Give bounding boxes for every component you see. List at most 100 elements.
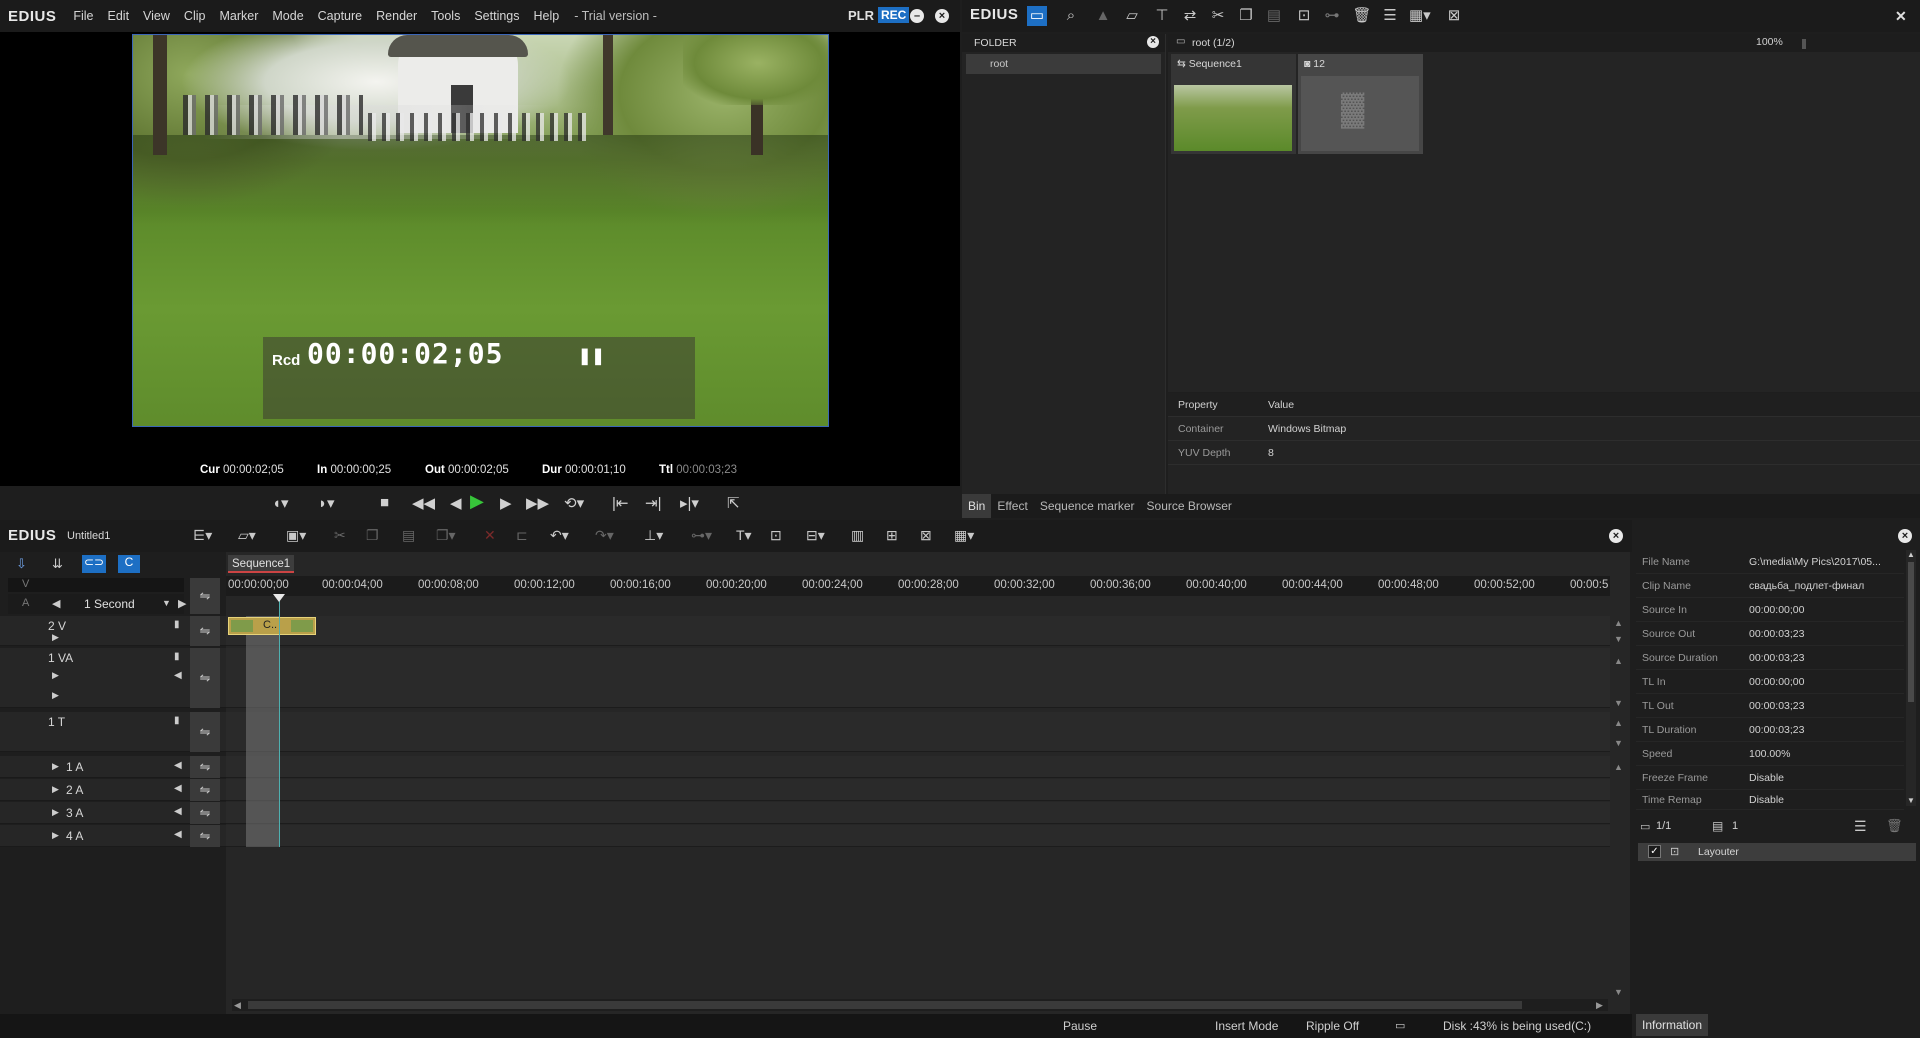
effect-checkbox[interactable]: ✓: [1648, 845, 1661, 858]
sync-icon[interactable]: ⇋: [190, 616, 220, 646]
scale-dropdown-icon[interactable]: ▼: [162, 598, 171, 608]
sync-icon[interactable]: ⇋: [190, 779, 220, 801]
stop-icon[interactable]: ■: [380, 494, 389, 511]
copy-icon-tl[interactable]: ❐: [366, 527, 379, 544]
rec-toggle[interactable]: REC: [878, 7, 910, 23]
audio-mixer-icon[interactable]: ⊞: [886, 527, 898, 544]
replace-icon[interactable]: ⇄: [1180, 6, 1200, 26]
folder-view-icon[interactable]: ▭: [1027, 6, 1047, 26]
save-project-icon[interactable]: ▣▾: [286, 527, 306, 544]
list-view-icon[interactable]: ☰: [1380, 6, 1400, 26]
snapshot-icon[interactable]: ⊡: [770, 527, 782, 544]
menu-view[interactable]: View: [143, 9, 170, 23]
undo-icon[interactable]: ↶▾: [550, 527, 569, 544]
play-icon[interactable]: ▶: [470, 491, 484, 512]
sync-icon[interactable]: ⇋: [190, 802, 220, 824]
properties-icon[interactable]: ⊶: [1322, 6, 1342, 26]
close-icon[interactable]: ×: [935, 9, 949, 23]
marker-icon[interactable]: ⊶▾: [691, 527, 712, 544]
show-in-player-icon[interactable]: ⊡: [1294, 6, 1314, 26]
link-icon[interactable]: ⊂⊃: [82, 555, 106, 573]
track-option-icon[interactable]: ⇩: [16, 556, 27, 572]
step-forward-icon[interactable]: ▶: [500, 494, 512, 512]
menu-settings[interactable]: Settings: [474, 9, 519, 23]
menu-mode[interactable]: Mode: [272, 9, 303, 23]
mixer-icon[interactable]: ▥: [851, 527, 864, 544]
copy-icon[interactable]: ❐: [1236, 6, 1256, 26]
sync-icon[interactable]: ⇋: [190, 756, 220, 778]
scale-select[interactable]: 1 Second: [84, 597, 135, 611]
title-icon[interactable]: T▾: [736, 527, 752, 544]
menu-render[interactable]: Render: [376, 9, 417, 23]
render-icon[interactable]: ⊟▾: [806, 527, 825, 544]
replace-icon-tl[interactable]: ❐▾: [436, 527, 456, 544]
track-add-icon[interactable]: ⇊: [52, 556, 63, 572]
add-cut-icon[interactable]: ⊥▾: [644, 527, 663, 544]
sync-icon[interactable]: ⇋: [190, 712, 220, 752]
video-mute-icon[interactable]: ▮: [174, 651, 180, 662]
menu-clip[interactable]: Clip: [184, 9, 206, 23]
export-icon[interactable]: ⇱: [727, 494, 740, 512]
search-icon[interactable]: ⌕: [1061, 6, 1081, 26]
folder-root[interactable]: root: [966, 54, 1161, 74]
snap-icon[interactable]: C: [118, 555, 140, 573]
lane-1va[interactable]: [226, 648, 1610, 708]
audio-mute-icon[interactable]: ◀: [174, 670, 182, 681]
delete-effect-icon[interactable]: 🗑: [1886, 818, 1903, 834]
audio-mute-icon[interactable]: ◀: [174, 829, 182, 840]
match-frame-icon[interactable]: ▸|▾: [680, 494, 699, 512]
delete-icon[interactable]: 🗑: [1352, 6, 1372, 26]
zoom-slider[interactable]: [1802, 39, 1806, 49]
sequence-tab[interactable]: Sequence1: [228, 555, 295, 573]
rewind-icon[interactable]: ◀◀: [412, 494, 435, 512]
multicam-icon[interactable]: ⊠: [920, 527, 932, 544]
tab-source-browser[interactable]: Source Browser: [1141, 494, 1238, 518]
menu-capture[interactable]: Capture: [318, 9, 362, 23]
sequence-settings-icon[interactable]: ⋿▾: [193, 527, 212, 544]
cut-icon-tl[interactable]: ✂: [334, 527, 346, 544]
timeline-ruler[interactable]: 00:00:00;00 00:00:04;00 00:00:08;00 00:0…: [226, 576, 1610, 596]
set-in-icon[interactable]: ◖▾: [272, 494, 289, 512]
timeline-close-icon[interactable]: ×: [1609, 529, 1623, 543]
open-folder-icon[interactable]: ▱: [1122, 6, 1142, 26]
sync-lock-icon[interactable]: ⇋: [190, 578, 220, 614]
delete-icon-tl[interactable]: ✕: [484, 527, 496, 544]
lane-2a[interactable]: [226, 779, 1610, 801]
audio-mute-icon[interactable]: ◀: [174, 806, 182, 817]
timeline-hscroll[interactable]: ◀ ▶: [232, 999, 1608, 1011]
lane-3a[interactable]: [226, 802, 1610, 824]
clip-sequence1[interactable]: ⇆ Sequence1: [1171, 54, 1296, 154]
title-mute-icon[interactable]: ▮: [174, 715, 180, 726]
paste-icon-tl[interactable]: ▤: [402, 527, 415, 544]
scale-left-icon[interactable]: ◀: [52, 597, 60, 610]
playhead-line[interactable]: [279, 596, 280, 847]
ripple-delete-icon[interactable]: ⊏: [516, 527, 528, 544]
paste-icon[interactable]: ▤: [1264, 6, 1284, 26]
timeline-area[interactable]: Sequence1 00:00:00;00 00:00:04;00 00:00:…: [226, 552, 1630, 1014]
status-insert-mode[interactable]: Insert Mode: [1215, 1019, 1278, 1033]
lane-1t[interactable]: [226, 712, 1610, 752]
menu-marker[interactable]: Marker: [219, 9, 258, 23]
list-icon[interactable]: ☰: [1854, 818, 1867, 835]
menu-edit[interactable]: Edit: [108, 9, 130, 23]
audio-mute-icon[interactable]: ◀: [174, 783, 182, 794]
tab-bin[interactable]: Bin: [962, 494, 992, 518]
thumbnail-view-icon[interactable]: ▦▾: [1409, 6, 1431, 26]
audio-mute-icon[interactable]: ◀: [174, 760, 182, 771]
menu-help[interactable]: Help: [534, 9, 560, 23]
playhead-icon[interactable]: [273, 594, 285, 602]
lane-1a[interactable]: [226, 756, 1610, 778]
step-back-icon[interactable]: ◀: [450, 494, 462, 512]
timeline-clip[interactable]: C..: [228, 617, 316, 635]
clip-12[interactable]: ◙ 12 ▓: [1298, 54, 1423, 154]
tab-effect[interactable]: Effect: [991, 494, 1033, 518]
briefcase-icon[interactable]: ⊠: [1444, 6, 1464, 26]
keyboard-icon[interactable]: ▦▾: [954, 527, 974, 544]
menu-tools[interactable]: Tools: [431, 9, 460, 23]
folder-close-icon[interactable]: ×: [1147, 36, 1159, 48]
open-project-icon[interactable]: ▱▾: [238, 527, 256, 544]
info-close-icon[interactable]: ×: [1898, 529, 1912, 543]
up-icon[interactable]: ▲: [1093, 6, 1113, 26]
insert-icon[interactable]: |⇤: [612, 494, 628, 512]
loop-icon[interactable]: ⟲▾: [564, 494, 584, 512]
